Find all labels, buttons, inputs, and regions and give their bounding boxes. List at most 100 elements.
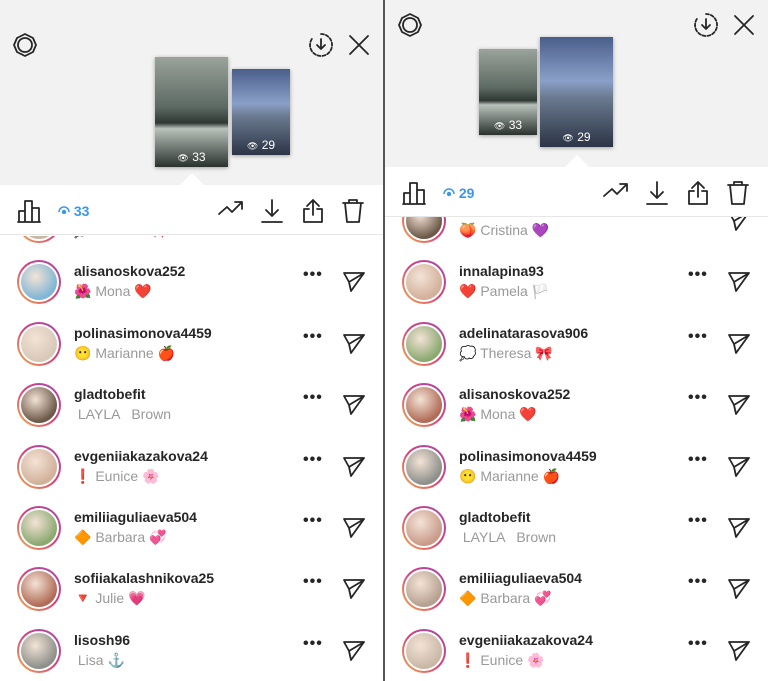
- viewer-row[interactable]: evgeniiakazakova24 ❗ Eunice 🌸 •••: [0, 436, 383, 497]
- more-options-button[interactable]: •••: [688, 451, 708, 469]
- viewer-row[interactable]: innalapina93 ❤️ Pamela 🏳️ •••: [385, 251, 768, 312]
- download-icon[interactable]: [645, 180, 669, 211]
- username[interactable]: innalapina93: [459, 263, 544, 279]
- viewer-row[interactable]: emiliiaguliaeva504 🔶 Barbara 💞 •••: [0, 497, 383, 558]
- more-options-button[interactable]: •••: [688, 328, 708, 346]
- avatar[interactable]: [17, 444, 61, 489]
- viewer-row[interactable]: kiraaaronova2054🍑 Cristina 💜•••: [385, 215, 768, 251]
- send-message-icon[interactable]: [342, 456, 366, 483]
- avatar[interactable]: [402, 383, 446, 428]
- story-thumbnail[interactable]: 👁 33: [479, 49, 537, 135]
- avatar[interactable]: [402, 567, 446, 612]
- username[interactable]: emiliiaguliaeva504: [459, 570, 582, 586]
- viewer-row[interactable]: alisanoskova252 🌺 Mona ❤️ •••: [385, 374, 768, 435]
- viewer-list[interactable]: kiraaaronova2054🍑 Cristina 💜•••innalapin…: [385, 215, 768, 681]
- more-options-button[interactable]: •••: [688, 512, 708, 530]
- settings-gear-icon[interactable]: [12, 32, 38, 63]
- more-options-button[interactable]: •••: [688, 266, 708, 284]
- username[interactable]: lisosh96: [74, 632, 130, 648]
- delete-trash-icon[interactable]: [341, 198, 365, 229]
- send-message-icon[interactable]: [727, 333, 751, 360]
- more-options-button[interactable]: •••: [688, 573, 708, 591]
- viewer-row[interactable]: gladtobefit LAYLA Brown •••: [0, 374, 383, 435]
- viewer-row[interactable]: gladtobefit LAYLA Brown •••: [385, 497, 768, 558]
- send-message-icon[interactable]: [342, 236, 366, 237]
- view-count[interactable]: 33: [58, 203, 89, 219]
- username[interactable]: gladtobefit: [74, 386, 146, 402]
- viewer-row[interactable]: alisanoskova252 🌺 Mona ❤️ •••: [0, 251, 383, 312]
- settings-gear-icon[interactable]: [397, 12, 423, 43]
- share-icon[interactable]: [301, 198, 325, 229]
- insights-chart-icon[interactable]: [16, 198, 42, 229]
- username[interactable]: polinasimonova4459: [459, 448, 597, 464]
- promote-trend-icon[interactable]: [217, 198, 245, 223]
- share-icon[interactable]: [686, 180, 710, 211]
- send-message-icon[interactable]: [727, 394, 751, 421]
- send-message-icon[interactable]: [727, 640, 751, 667]
- avatar[interactable]: [402, 215, 446, 243]
- story-thumbnail[interactable]: 👁 29: [232, 69, 290, 155]
- avatar[interactable]: [402, 321, 446, 366]
- insights-chart-icon[interactable]: [401, 180, 427, 211]
- send-message-icon[interactable]: [342, 333, 366, 360]
- viewer-row[interactable]: evgeniiakazakova24 ❗ Eunice 🌸 •••: [385, 620, 768, 681]
- more-options-button[interactable]: •••: [303, 266, 323, 284]
- more-options-button[interactable]: •••: [688, 389, 708, 407]
- viewer-row[interactable]: polinasimonova4459 😶 Marianne 🍎 •••: [0, 313, 383, 374]
- viewer-row[interactable]: polinasimonova4459 😶 Marianne 🍎 •••: [385, 436, 768, 497]
- avatar[interactable]: [17, 628, 61, 673]
- delete-trash-icon[interactable]: [726, 180, 750, 211]
- view-count[interactable]: 29: [443, 185, 474, 201]
- username[interactable]: alisanoskova252: [459, 386, 570, 402]
- viewer-row[interactable]: sofiiakalashnikova25 🔻 Julie 💗 •••: [0, 558, 383, 619]
- more-options-button[interactable]: •••: [303, 635, 323, 653]
- avatar[interactable]: [402, 506, 446, 550]
- viewer-row[interactable]: lisosh96 Lisa ⚓ •••: [0, 620, 383, 681]
- username[interactable]: polinasimonova4459: [74, 325, 212, 341]
- avatar[interactable]: [402, 260, 446, 305]
- send-message-icon[interactable]: [342, 271, 366, 298]
- username[interactable]: emiliiaguliaeva504: [74, 509, 197, 525]
- viewer-row[interactable]: 💭 Theresa 🎀•••: [0, 236, 383, 251]
- username[interactable]: sofiiakalashnikova25: [74, 570, 214, 586]
- viewer-row[interactable]: emiliiaguliaeva504 🔶 Barbara 💞 •••: [385, 558, 768, 619]
- download-circle-icon[interactable]: [693, 12, 719, 43]
- username[interactable]: gladtobefit: [459, 509, 531, 525]
- promote-trend-icon[interactable]: [602, 180, 630, 205]
- avatar[interactable]: [17, 236, 61, 243]
- more-options-button[interactable]: •••: [303, 328, 323, 346]
- send-message-icon[interactable]: [727, 517, 751, 544]
- avatar[interactable]: [17, 567, 61, 612]
- more-options-button[interactable]: •••: [688, 635, 708, 653]
- username[interactable]: adelinatarasova906: [459, 325, 588, 341]
- username[interactable]: evgeniiakazakova24: [459, 632, 593, 648]
- username[interactable]: alisanoskova252: [74, 263, 185, 279]
- close-icon[interactable]: [733, 14, 755, 41]
- story-thumbnail[interactable]: 👁 33: [155, 57, 228, 167]
- more-options-button[interactable]: •••: [303, 573, 323, 591]
- avatar[interactable]: [402, 628, 446, 673]
- avatar[interactable]: [17, 260, 61, 305]
- send-message-icon[interactable]: [342, 517, 366, 544]
- more-options-button[interactable]: •••: [303, 512, 323, 530]
- download-icon[interactable]: [260, 198, 284, 229]
- more-options-button[interactable]: •••: [303, 389, 323, 407]
- send-message-icon[interactable]: [342, 578, 366, 605]
- avatar[interactable]: [17, 321, 61, 366]
- send-message-icon[interactable]: [727, 456, 751, 483]
- close-icon[interactable]: [348, 34, 370, 61]
- avatar[interactable]: [17, 506, 61, 550]
- username[interactable]: evgeniiakazakova24: [74, 448, 208, 464]
- send-message-icon[interactable]: [727, 215, 751, 237]
- download-circle-icon[interactable]: [308, 32, 334, 63]
- viewer-list[interactable]: 💭 Theresa 🎀•••alisanoskova252🌺 Mona ❤️••…: [0, 236, 383, 681]
- more-options-button[interactable]: •••: [303, 451, 323, 469]
- avatar[interactable]: [17, 383, 61, 428]
- send-message-icon[interactable]: [727, 271, 751, 298]
- viewer-row[interactable]: adelinatarasova906 💭 Theresa 🎀 •••: [385, 313, 768, 374]
- send-message-icon[interactable]: [342, 640, 366, 667]
- send-message-icon[interactable]: [342, 394, 366, 421]
- send-message-icon[interactable]: [727, 578, 751, 605]
- avatar[interactable]: [402, 444, 446, 489]
- story-thumbnail[interactable]: 👁 29: [540, 37, 613, 147]
